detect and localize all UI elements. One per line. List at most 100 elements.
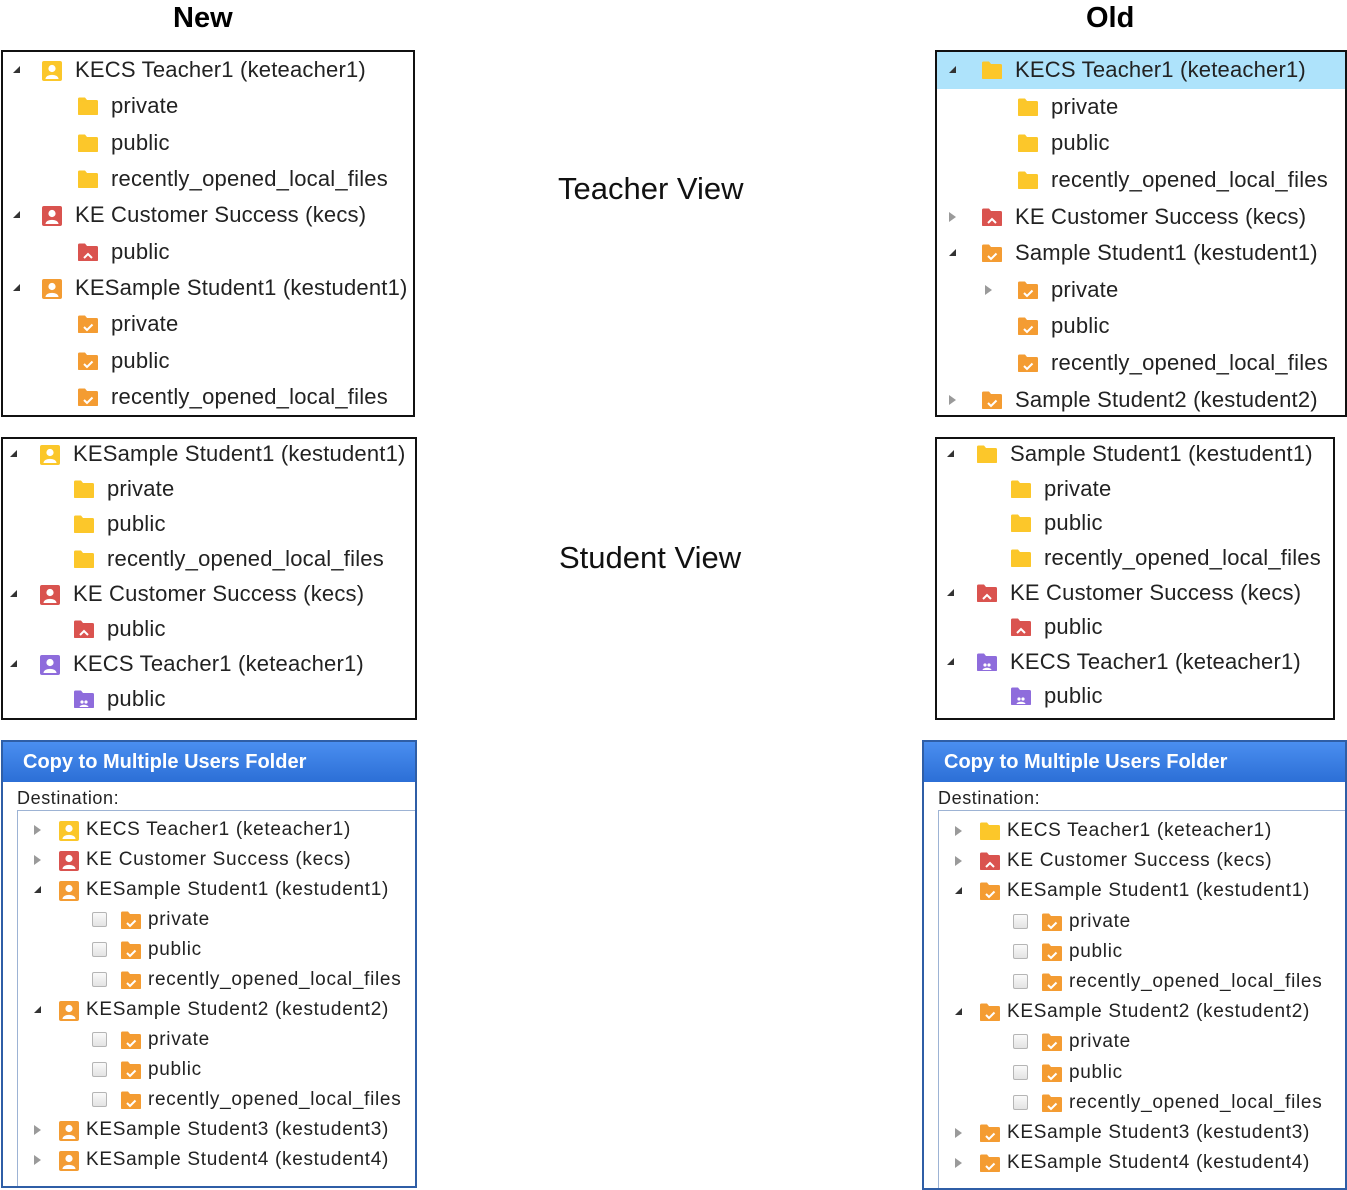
tree-row-kesample-student3-kestudent3[interactable]: KESample Student3 (kestudent3) bbox=[939, 1118, 1345, 1148]
tree-row-ke-customer-success-kecs[interactable]: KE Customer Success (kecs) bbox=[3, 197, 413, 233]
tree-row-ke-customer-success-kecs[interactable]: KE Customer Success (kecs) bbox=[939, 846, 1345, 876]
expand-closed-icon[interactable] bbox=[955, 826, 962, 837]
tree-row-recently-opened-local-files[interactable]: recently_opened_local_files bbox=[18, 965, 415, 995]
tree-row-ke-customer-success-kecs[interactable]: KE Customer Success (kecs) bbox=[937, 575, 1333, 610]
tree-row-public[interactable]: public bbox=[939, 937, 1345, 967]
checkbox[interactable] bbox=[1013, 1034, 1028, 1050]
checkbox[interactable] bbox=[92, 1032, 107, 1047]
tree-row-private[interactable]: private bbox=[939, 1027, 1345, 1057]
tree-row-recently-opened-local-files[interactable]: recently_opened_local_files bbox=[3, 541, 415, 576]
tree-row-private[interactable]: private bbox=[939, 907, 1345, 937]
checkbox[interactable] bbox=[1013, 1094, 1028, 1110]
tree-row-kesample-student2-kestudent2[interactable]: KESample Student2 (kestudent2) bbox=[18, 995, 415, 1025]
tree-row-recently-opened-local-files[interactable]: recently_opened_local_files bbox=[937, 541, 1333, 576]
expand-closed-icon[interactable] bbox=[985, 284, 992, 295]
checkbox[interactable] bbox=[92, 972, 107, 987]
expand-open-icon[interactable] bbox=[949, 249, 956, 257]
tree-row-public[interactable]: public bbox=[18, 935, 415, 965]
tree-row-public[interactable]: public bbox=[3, 506, 415, 541]
expand-open-icon[interactable] bbox=[955, 1008, 962, 1016]
tree-row-public[interactable]: public bbox=[3, 234, 413, 270]
tree-row-public[interactable]: public bbox=[939, 1058, 1345, 1088]
tree-row-public[interactable]: public bbox=[937, 506, 1333, 541]
expand-open-icon[interactable] bbox=[13, 66, 20, 74]
tree-row-recently-opened-local-files[interactable]: recently_opened_local_files bbox=[937, 345, 1345, 382]
tree-row-public[interactable]: public bbox=[3, 611, 415, 646]
expand-open-icon[interactable] bbox=[10, 659, 17, 667]
expand-open-icon[interactable] bbox=[10, 589, 17, 597]
expand-closed-icon[interactable] bbox=[34, 825, 41, 835]
tree-row-kecs-teacher1-keteacher1[interactable]: KECS Teacher1 (keteacher1) bbox=[939, 816, 1345, 846]
tree-row-public[interactable]: public bbox=[3, 125, 413, 161]
checkbox[interactable] bbox=[1013, 1064, 1028, 1080]
tree-row-public[interactable]: public bbox=[3, 681, 415, 716]
expand-open-icon[interactable] bbox=[10, 449, 17, 457]
checkbox[interactable] bbox=[92, 1062, 107, 1077]
tree-row-recently-opened-local-files[interactable]: recently_opened_local_files bbox=[939, 967, 1345, 997]
tree-row-private[interactable]: private bbox=[3, 306, 413, 342]
expand-closed-icon[interactable] bbox=[34, 1155, 41, 1165]
checkbox[interactable] bbox=[1013, 974, 1028, 990]
tree-row-private[interactable]: private bbox=[18, 1025, 415, 1055]
expand-closed-icon[interactable] bbox=[949, 211, 956, 222]
tree-row-kesample-student1-kestudent1[interactable]: KESample Student1 (kestudent1) bbox=[3, 439, 415, 471]
tree-row-recently-opened-local-files[interactable]: recently_opened_local_files bbox=[3, 379, 413, 415]
tree-row-kesample-student1-kestudent1[interactable]: KESample Student1 (kestudent1) bbox=[3, 270, 413, 306]
checkbox[interactable] bbox=[92, 912, 107, 927]
tree-row-sample-student1-kestudent1[interactable]: Sample Student1 (kestudent1) bbox=[937, 439, 1333, 472]
expand-open-icon[interactable] bbox=[13, 211, 20, 219]
expand-closed-icon[interactable] bbox=[955, 1158, 962, 1169]
tree-row-recently-opened-local-files[interactable]: recently_opened_local_files bbox=[937, 162, 1345, 199]
tree-row-kesample-student3-kestudent3[interactable]: KESample Student3 (kestudent3) bbox=[18, 1115, 415, 1145]
expand-open-icon[interactable] bbox=[34, 886, 41, 893]
tree-row-kesample-student2-kestudent2[interactable]: KESample Student2 (kestudent2) bbox=[939, 997, 1345, 1027]
expand-open-icon[interactable] bbox=[34, 1006, 41, 1013]
checkbox[interactable] bbox=[92, 1092, 107, 1107]
tree-row-ke-customer-success-kecs[interactable]: KE Customer Success (kecs) bbox=[937, 198, 1345, 235]
tree-row-private[interactable]: private bbox=[937, 272, 1345, 309]
checkbox[interactable] bbox=[1013, 943, 1028, 959]
expand-closed-icon[interactable] bbox=[34, 855, 41, 865]
tree-row-public[interactable]: public bbox=[937, 679, 1333, 714]
tree-row-kecs-teacher1-keteacher1[interactable]: KECS Teacher1 (keteacher1) bbox=[3, 646, 415, 681]
tree-row-private[interactable]: private bbox=[3, 88, 413, 124]
expand-open-icon[interactable] bbox=[947, 588, 954, 596]
tree-row-sample-student1-kestudent1[interactable]: Sample Student1 (kestudent1) bbox=[937, 235, 1345, 272]
tree-row-kecs-teacher1-keteacher1[interactable]: KECS Teacher1 (keteacher1) bbox=[937, 52, 1345, 89]
tree-row-public[interactable]: public bbox=[18, 1055, 415, 1085]
expand-closed-icon[interactable] bbox=[955, 1128, 962, 1139]
expand-open-icon[interactable] bbox=[13, 283, 20, 291]
tree-row-kesample-student4-kestudent4[interactable]: KESample Student4 (kestudent4) bbox=[939, 1148, 1345, 1178]
tree-row-private[interactable]: private bbox=[937, 89, 1345, 126]
tree-row-kecs-teacher1-keteacher1[interactable]: KECS Teacher1 (keteacher1) bbox=[18, 815, 415, 845]
tree-row-recently-opened-local-files[interactable]: recently_opened_local_files bbox=[939, 1088, 1345, 1118]
tree-row-public[interactable]: public bbox=[937, 308, 1345, 345]
user-icon bbox=[41, 60, 63, 82]
tree-row-kecs-teacher1-keteacher1[interactable]: KECS Teacher1 (keteacher1) bbox=[937, 645, 1333, 680]
tree-row-ke-customer-success-kecs[interactable]: KE Customer Success (kecs) bbox=[18, 845, 415, 875]
tree-row-kesample-student1-kestudent1[interactable]: KESample Student1 (kestudent1) bbox=[939, 876, 1345, 906]
tree-row-sample-student2-kestudent2[interactable]: Sample Student2 (kestudent2) bbox=[937, 381, 1345, 415]
tree-row-private[interactable]: private bbox=[937, 472, 1333, 507]
tree-row-private[interactable]: private bbox=[3, 471, 415, 506]
tree-row-public[interactable]: public bbox=[3, 342, 413, 378]
tree-row-private[interactable]: private bbox=[18, 905, 415, 935]
tree-row-recently-opened-local-files[interactable]: recently_opened_local_files bbox=[18, 1085, 415, 1115]
tree-row-kecs-teacher1-keteacher1[interactable]: KECS Teacher1 (keteacher1) bbox=[3, 52, 413, 88]
expand-closed-icon[interactable] bbox=[34, 1125, 41, 1135]
old-teacher-tree: KECS Teacher1 (keteacher1) private public r… bbox=[935, 50, 1347, 417]
tree-row-kesample-student4-kestudent4[interactable]: KESample Student4 (kestudent4) bbox=[18, 1145, 415, 1175]
tree-row-public[interactable]: public bbox=[937, 610, 1333, 645]
checkbox[interactable] bbox=[1013, 913, 1028, 929]
checkbox[interactable] bbox=[92, 942, 107, 957]
expand-open-icon[interactable] bbox=[949, 66, 956, 74]
expand-open-icon[interactable] bbox=[947, 657, 954, 665]
tree-row-kesample-student1-kestudent1[interactable]: KESample Student1 (kestudent1) bbox=[18, 875, 415, 905]
expand-closed-icon[interactable] bbox=[949, 394, 956, 405]
expand-open-icon[interactable] bbox=[955, 887, 962, 895]
expand-closed-icon[interactable] bbox=[955, 856, 962, 867]
tree-row-recently-opened-local-files[interactable]: recently_opened_local_files bbox=[3, 161, 413, 197]
tree-row-ke-customer-success-kecs[interactable]: KE Customer Success (kecs) bbox=[3, 576, 415, 611]
tree-row-public[interactable]: public bbox=[937, 125, 1345, 162]
expand-open-icon[interactable] bbox=[947, 450, 954, 458]
